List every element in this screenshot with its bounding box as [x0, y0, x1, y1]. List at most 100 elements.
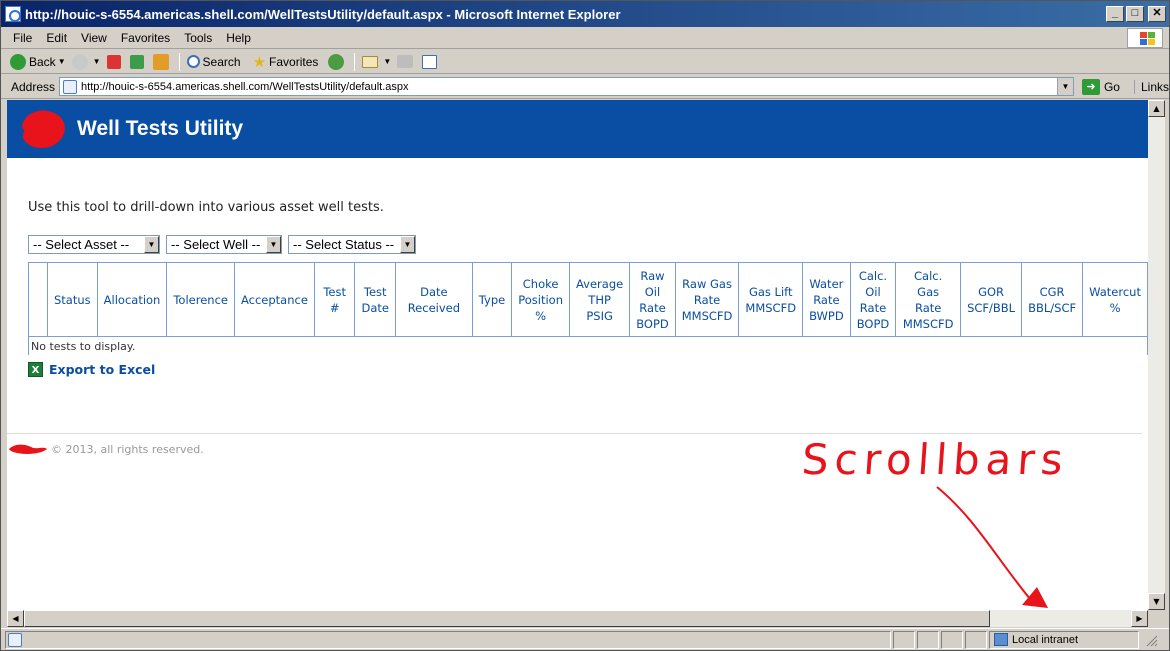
back-arrow-icon — [10, 53, 26, 70]
address-label: Address — [11, 79, 56, 94]
search-button[interactable]: Search — [184, 51, 244, 73]
page-viewport: Well Tests Utility Use this tool to dril… — [7, 100, 1148, 610]
col-calc-gas-rate[interactable]: Calc. Gas Rate MMSCFD — [895, 262, 962, 337]
mail-button[interactable]: ▼ — [359, 51, 394, 73]
scroll-left-icon[interactable]: ◀ — [7, 610, 24, 627]
col-tolerence[interactable]: Tolerence — [166, 262, 235, 337]
page-title: Well Tests Utility — [77, 117, 244, 140]
well-tests-table: Status Allocation Tolerence Acceptance T… — [28, 262, 1148, 355]
scroll-up-icon[interactable]: ▲ — [1148, 100, 1165, 117]
menu-help[interactable]: Help — [219, 31, 258, 45]
well-select[interactable]: -- Select Well -- ▼ — [166, 235, 282, 254]
col-type[interactable]: Type — [471, 262, 513, 337]
col-allocation[interactable]: Allocation — [96, 262, 168, 337]
links-button[interactable]: Links — [1133, 79, 1169, 94]
status-pane — [893, 630, 915, 649]
favorites-button[interactable]: ★ Favorites — [250, 51, 322, 73]
refresh-icon — [129, 54, 144, 69]
forward-button[interactable]: ▼ — [69, 51, 104, 73]
chevron-down-icon[interactable]: ▼ — [266, 236, 281, 253]
excel-icon: X — [28, 362, 43, 377]
status-select[interactable]: -- Select Status -- ▼ — [288, 235, 416, 254]
minimize-button[interactable]: _ — [1106, 6, 1124, 22]
resize-grip-icon[interactable] — [1143, 632, 1159, 648]
go-button[interactable]: ➜ Go — [1078, 78, 1124, 95]
col-average-thp[interactable]: Average THP PSIG — [568, 262, 631, 337]
status-bar: Local intranet — [1, 628, 1169, 650]
col-gor[interactable]: GOR SCF/BBL — [960, 262, 1023, 337]
close-button[interactable]: ✕ — [1148, 6, 1166, 22]
status-pane — [917, 630, 939, 649]
col-water-rate[interactable]: Water Rate BWPD — [802, 262, 851, 337]
printer-icon — [397, 55, 414, 68]
col-raw-gas-rate[interactable]: Raw Gas Rate MMSCFD — [674, 262, 740, 337]
export-to-excel-link[interactable]: X Export to Excel — [28, 362, 155, 377]
chevron-down-icon[interactable]: ▼ — [58, 57, 66, 66]
menu-favorites[interactable]: Favorites — [114, 31, 177, 45]
annotation-text: Scrollbars — [800, 435, 1071, 484]
home-button[interactable] — [150, 51, 175, 73]
grid-empty-row: No tests to display. — [28, 336, 1148, 355]
chevron-down-icon[interactable]: ▼ — [400, 236, 415, 253]
maximize-button[interactable]: □ — [1126, 6, 1144, 22]
standard-toolbar: Back ▼ ▼ Search ★ Favorites ▼ — [1, 50, 1169, 74]
back-label: Back — [29, 54, 56, 69]
chevron-down-icon[interactable]: ▼ — [383, 57, 391, 66]
zone-label: Local intranet — [1012, 633, 1079, 646]
status-text-pane — [5, 630, 891, 649]
col-watercut[interactable]: Watercut % — [1082, 262, 1148, 337]
asset-select-value: -- Select Asset -- — [33, 237, 130, 252]
page-icon — [63, 79, 78, 94]
forward-arrow-icon — [71, 53, 88, 70]
history-button[interactable] — [325, 51, 350, 73]
menu-edit[interactable]: Edit — [39, 31, 74, 45]
col-choke-position[interactable]: Choke Position % — [511, 262, 570, 337]
col-date-received[interactable]: Date Received — [394, 262, 473, 337]
menu-tools[interactable]: Tools — [177, 31, 219, 45]
scroll-right-icon[interactable]: ▶ — [1131, 610, 1148, 627]
intranet-icon — [994, 633, 1008, 646]
status-pane — [965, 630, 987, 649]
star-icon: ★ — [252, 53, 267, 71]
col-test-number[interactable]: Test # — [313, 262, 356, 337]
horizontal-scroll-thumb[interactable] — [24, 610, 990, 627]
vertical-scrollbar[interactable]: ▲ ▼ — [1148, 100, 1165, 610]
scroll-down-icon[interactable]: ▼ — [1148, 593, 1165, 610]
horizontal-scrollbar[interactable]: ◀ ▶ — [7, 610, 1148, 627]
annotation-arrow — [936, 486, 1048, 608]
ie-page-icon — [8, 632, 22, 647]
well-tests-grid: Status Allocation Tolerence Acceptance T… — [28, 262, 1148, 355]
col-calc-oil-rate[interactable]: Calc. Oil Rate BOPD — [849, 262, 897, 337]
stop-button[interactable] — [104, 51, 127, 73]
search-label: Search — [202, 54, 241, 69]
asset-select[interactable]: -- Select Asset -- ▼ — [28, 235, 160, 254]
menu-file[interactable]: File — [1, 31, 39, 45]
chevron-down-icon[interactable]: ▼ — [144, 236, 159, 253]
redacted-company-mark — [9, 444, 47, 454]
edit-button[interactable] — [419, 51, 443, 73]
col-status[interactable]: Status — [47, 262, 98, 337]
address-url[interactable]: http://houic-s-6554.americas.shell.com/W… — [81, 81, 1057, 93]
col-cgr[interactable]: CGR BBL/SCF — [1021, 262, 1084, 337]
col-acceptance[interactable]: Acceptance — [233, 262, 315, 337]
col-raw-oil-rate[interactable]: Raw Oil Rate BOPD — [629, 262, 676, 337]
well-select-value: -- Select Well -- — [171, 237, 261, 252]
status-select-value: -- Select Status -- — [293, 237, 395, 252]
print-button[interactable] — [394, 51, 419, 73]
page-footer: © 2013, all rights reserved. — [7, 440, 204, 458]
menu-view[interactable]: View — [74, 31, 114, 45]
col-gas-lift[interactable]: Gas Lift MMSCFD — [738, 262, 804, 337]
title-bar: http://houic-s-6554.americas.shell.com/W… — [1, 1, 1169, 27]
back-button[interactable]: Back ▼ — [7, 51, 69, 73]
refresh-button[interactable] — [127, 51, 150, 73]
col-test-date[interactable]: Test Date — [354, 262, 396, 337]
status-pane — [941, 630, 963, 649]
chevron-down-icon[interactable]: ▼ — [93, 57, 101, 66]
copyright-text: © 2013, all rights reserved. — [51, 442, 204, 456]
empty-message: No tests to display. — [28, 336, 1148, 355]
security-zone[interactable]: Local intranet — [989, 630, 1139, 649]
address-input[interactable]: http://houic-s-6554.americas.shell.com/W… — [59, 77, 1074, 96]
grid-header-row: Status Allocation Tolerence Acceptance T… — [28, 262, 1148, 337]
window-title: http://houic-s-6554.americas.shell.com/W… — [25, 6, 621, 22]
chevron-down-icon[interactable]: ▼ — [1056, 78, 1073, 95]
